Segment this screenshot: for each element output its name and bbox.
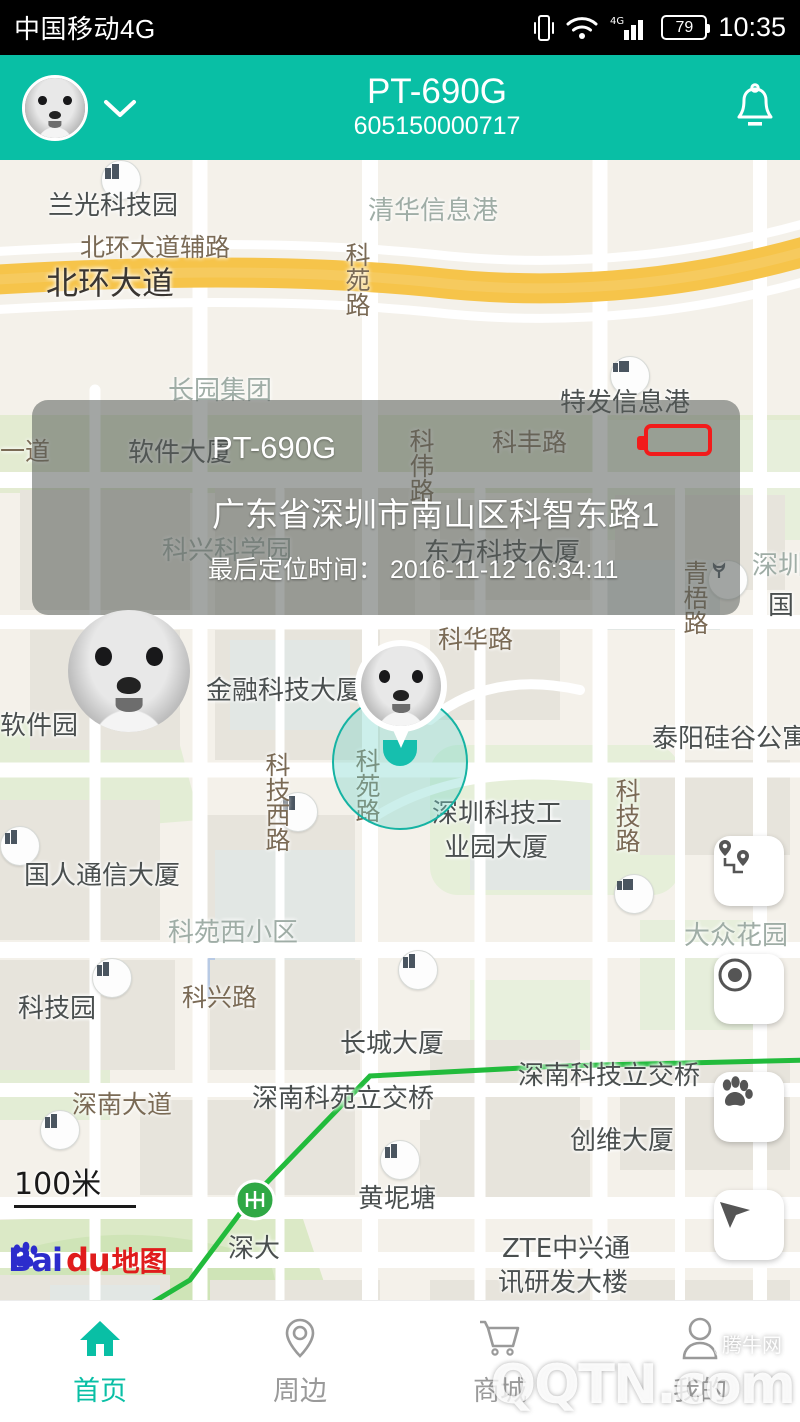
person-icon <box>678 1316 722 1360</box>
card-address: 广东省深圳市南山区科智东路1 <box>212 496 660 533</box>
baidu-map-text: 地图 <box>111 1246 168 1277</box>
card-last-located: 最后定位时间： 2016-11-12 16:34:11 <box>208 556 619 584</box>
map-label: 科苑西小区 <box>168 918 299 948</box>
wifi-icon <box>565 15 599 41</box>
pet-location-marker[interactable] <box>332 640 468 830</box>
nav-label-shop: 商城 <box>473 1375 527 1406</box>
nav-item-home[interactable]: 首页 <box>0 1301 200 1422</box>
location-pin-icon <box>278 1316 322 1360</box>
navigate-button[interactable] <box>714 1190 784 1260</box>
device-id: 605150000717 <box>353 111 521 140</box>
card-pet-photo <box>68 610 190 732</box>
bell-icon[interactable] <box>732 82 778 134</box>
pet-button[interactable] <box>714 1072 784 1142</box>
map-label: 讯研发大楼 <box>498 1268 629 1298</box>
device-selector[interactable] <box>22 74 142 141</box>
route-button[interactable] <box>714 836 784 906</box>
poi-office-icon <box>614 874 654 914</box>
header-titles: PT-690G 605150000717 <box>142 73 732 142</box>
device-battery-icon <box>637 424 712 456</box>
chevron-down-icon[interactable] <box>98 93 142 123</box>
home-icon <box>76 1316 124 1360</box>
map-label: 软件园 <box>0 711 79 741</box>
nav-label-nearby: 周边 <box>273 1375 327 1406</box>
vibrate-icon <box>534 13 555 43</box>
map-label: 科兴路 <box>182 983 258 1012</box>
nav-item-profile[interactable]: 我的 <box>600 1301 800 1422</box>
battery-level: 79 <box>675 18 694 36</box>
map-label: 科苑路 <box>342 242 371 317</box>
card-device-name: PT-690G <box>212 430 337 465</box>
map-scale: 100米 <box>14 1159 136 1208</box>
nav-item-shop[interactable]: 商城 <box>400 1301 600 1422</box>
map-label: 科技西路 <box>262 752 291 852</box>
poi-building-icon <box>92 958 132 998</box>
locate-button[interactable] <box>714 954 784 1024</box>
shopping-cart-icon <box>476 1316 524 1360</box>
pet-pin[interactable] <box>355 640 447 752</box>
baidu-du-text: du <box>65 1241 111 1279</box>
svg-text:4G: 4G <box>610 16 624 27</box>
pet-photo <box>361 646 441 726</box>
map-label: 黄坭塘 <box>358 1184 437 1214</box>
app-header: PT-690G 605150000717 <box>0 55 800 160</box>
poi-building-icon <box>380 1140 420 1180</box>
clock-label: 10:35 <box>718 12 786 42</box>
nav-item-nearby[interactable]: 周边 <box>200 1301 400 1422</box>
map-label: 深圳 <box>752 551 800 581</box>
map-label: 创维大厦 <box>570 1126 675 1156</box>
avatar[interactable] <box>22 74 88 141</box>
baidu-logo: Bai du 地图 <box>8 1240 168 1280</box>
map-label: 大众花园 <box>684 921 789 951</box>
page-title: PT-690G <box>366 71 508 111</box>
poi-building-icon <box>398 950 438 990</box>
status-bar: 中国移动4G 4G 79 10:35 <box>0 0 800 55</box>
map-label: 科技路 <box>612 778 641 853</box>
scale-line <box>14 1205 136 1208</box>
map-label: ZTE中兴通 <box>502 1234 631 1264</box>
status-icons: 4G 79 10:35 <box>534 12 786 43</box>
device-info-card[interactable]: PT-690G 广东省深圳市南山区科智东路1 最后定位时间： 2016-11-1… <box>32 400 740 615</box>
map-label: 业园大厦 <box>444 833 549 863</box>
map-label: 国 <box>768 591 795 621</box>
scale-label: 100米 <box>14 1167 102 1202</box>
bottom-navigation: 首页 周边 商城 我的 <box>0 1300 800 1422</box>
map-label: 深大 <box>228 1234 281 1264</box>
map-label: 深南大道 <box>72 1090 173 1119</box>
battery-icon: 79 <box>661 15 711 40</box>
nav-label-profile: 我的 <box>673 1375 727 1406</box>
map-label: 科技园 <box>18 994 97 1024</box>
map-label: 北环大道 <box>46 264 175 302</box>
map-label: 兰光科技园 <box>48 191 179 221</box>
carrier-label: 中国移动4G <box>14 14 156 44</box>
map-label: 深南科苑立交桥 <box>252 1084 435 1114</box>
map-label: 长城大厦 <box>340 1029 445 1059</box>
map-label: 深南科技立交桥 <box>518 1061 701 1091</box>
map-label: 国人通信大厦 <box>24 861 181 891</box>
nav-label-home: 首页 <box>73 1375 127 1406</box>
map-label: 泰阳硅谷公寓 <box>652 724 800 754</box>
map-label: 清华信息港 <box>368 196 499 226</box>
4g-signal-icon: 4G <box>610 14 650 42</box>
map-canvas[interactable]: 兰光科技园清华信息港北环大道辅路北环大道科苑路长园集团特发信息港科丰路科伟路软件… <box>0 160 800 1300</box>
